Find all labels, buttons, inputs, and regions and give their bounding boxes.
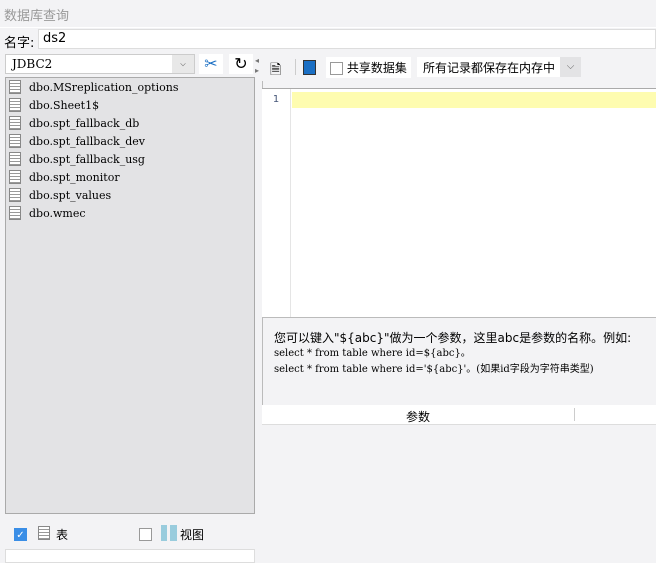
table-list[interactable]: dbo.MSreplication_options dbo.Sheet1$ dbo.…	[5, 77, 255, 514]
table-icon	[9, 80, 21, 94]
column-divider[interactable]	[574, 408, 575, 421]
divider	[295, 59, 296, 75]
preview-button[interactable]: 🗎	[270, 59, 281, 83]
table-icon	[9, 152, 21, 166]
table-list-item[interactable]: dbo.MSreplication_options	[6, 78, 254, 96]
table-icon	[9, 116, 21, 130]
connection-value: JDBC2	[12, 57, 53, 71]
parameter-hint: 您可以键入"${abc}"做为一个参数，这里abc是参数的名称。例如: sele…	[274, 330, 631, 378]
connection-select[interactable]: JDBC2 ⌵	[5, 54, 195, 74]
parameter-table-body	[262, 425, 656, 563]
table-icon	[38, 526, 50, 540]
parameter-table-header: 参数	[262, 405, 656, 425]
refresh-button[interactable]: ↻	[229, 54, 253, 74]
hint-line-2: select * from table where id=${abc}。	[274, 348, 471, 359]
table-name: dbo.spt_monitor	[29, 170, 120, 184]
hint-line-1: 您可以键入"${abc}"做为一个参数，这里abc是参数的名称。例如:	[274, 331, 632, 345]
table-name: dbo.MSreplication_options	[29, 80, 179, 94]
storage-value: 所有记录都保存在内存中	[423, 61, 556, 75]
chevron-down-icon: ⌵	[172, 55, 194, 73]
table-list-item[interactable]: dbo.spt_monitor	[6, 168, 254, 186]
line-gutter: 1	[262, 89, 291, 317]
filter-bar: ✓ 表 视图	[5, 518, 255, 550]
tools-icon: ✂	[204, 54, 218, 73]
divider	[0, 27, 656, 28]
preview-icon: 🗎	[270, 62, 282, 78]
line-number: 1	[272, 94, 280, 105]
table-icon	[9, 206, 21, 220]
hint-line-3: select * from table where id='${abc}'。(如…	[274, 364, 594, 375]
table-list-item[interactable]: dbo.Sheet1$	[6, 96, 254, 114]
tables-label: 表	[56, 528, 69, 542]
share-checkbox[interactable]	[330, 62, 343, 75]
views-checkbox[interactable]	[139, 527, 152, 541]
parameter-column-header[interactable]: 参数	[262, 408, 574, 425]
table-icon	[9, 188, 21, 202]
table-list-item[interactable]: dbo.spt_fallback_dev	[6, 132, 254, 150]
table-list-item[interactable]: dbo.spt_values	[6, 186, 254, 204]
save-button[interactable]	[303, 60, 316, 75]
check-icon: ✓	[14, 528, 27, 541]
table-name: dbo.spt_values	[29, 188, 112, 202]
sql-editor[interactable]: 1	[262, 88, 656, 318]
view-icon	[161, 525, 177, 541]
table-list-item[interactable]: dbo.spt_fallback_usg	[6, 150, 254, 168]
share-dataset-toggle[interactable]: 共享数据集	[326, 57, 411, 78]
tables-checkbox[interactable]: ✓	[14, 527, 27, 541]
chevron-down-icon: ⌵	[560, 57, 582, 77]
table-icon	[9, 134, 21, 148]
name-input[interactable]: ds2	[38, 29, 656, 49]
current-line-highlight	[292, 92, 656, 108]
table-name: dbo.Sheet1$	[29, 98, 100, 112]
collapse-toggle[interactable]: ◂ ▸	[255, 56, 259, 76]
share-label: 共享数据集	[346, 61, 407, 75]
table-name: dbo.spt_fallback_dev	[29, 134, 145, 148]
table-list-item[interactable]: dbo.wmec	[6, 204, 254, 222]
table-list-item[interactable]: dbo.spt_fallback_db	[6, 114, 254, 132]
table-name: dbo.spt_fallback_db	[29, 116, 140, 130]
query-toolbar: 🗎 共享数据集 所有记录都保存在内存中 ⌵	[262, 55, 656, 81]
views-label: 视图	[180, 528, 205, 542]
refresh-icon: ↻	[234, 54, 248, 73]
connection-settings-button[interactable]: ✂	[199, 54, 223, 74]
window-title: 数据库查询	[4, 9, 70, 24]
storage-select[interactable]: 所有记录都保存在内存中 ⌵	[417, 57, 582, 77]
filter-panel	[5, 549, 255, 563]
table-icon	[9, 170, 21, 184]
table-name: dbo.spt_fallback_usg	[29, 152, 145, 166]
table-name: dbo.wmec	[29, 206, 86, 220]
name-label: 名字:	[4, 36, 35, 51]
table-icon	[9, 98, 21, 112]
